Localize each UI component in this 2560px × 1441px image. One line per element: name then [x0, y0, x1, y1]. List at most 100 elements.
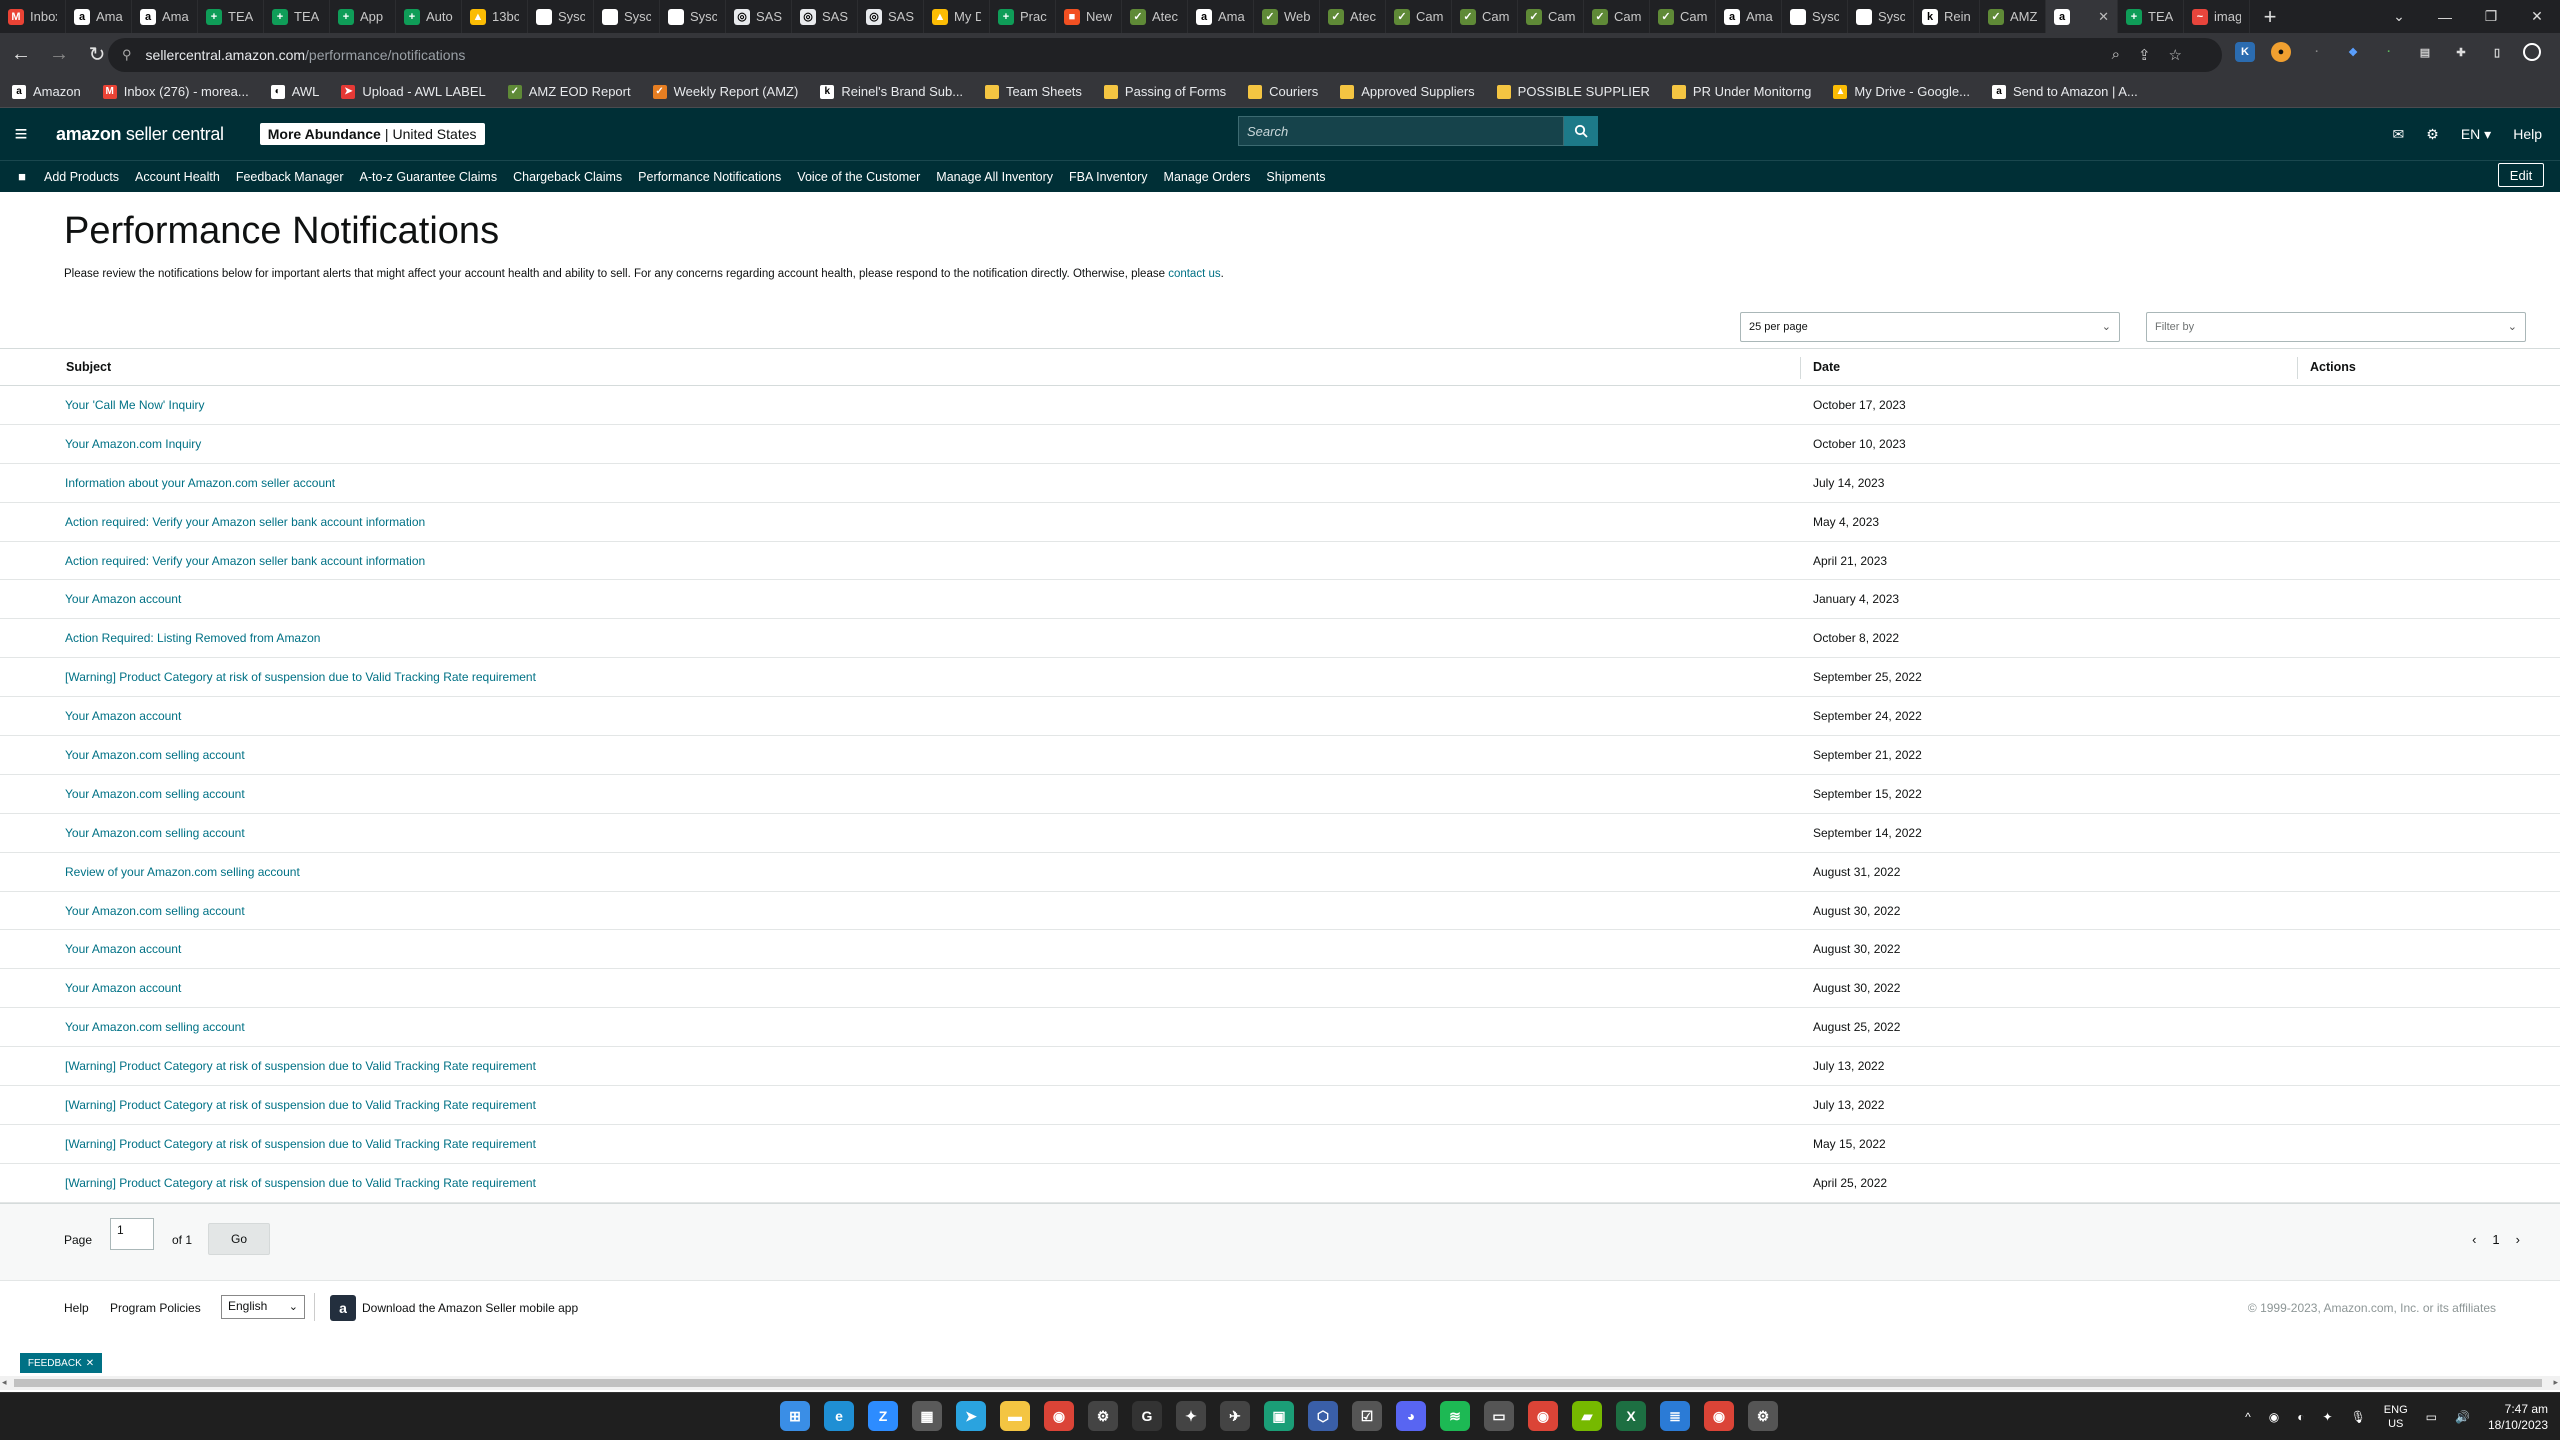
language-selector[interactable]: EN ▾	[2461, 126, 2491, 143]
bookmark-item[interactable]: POSSIBLE SUPPLIER	[1496, 84, 1650, 99]
language-select[interactable]: English ⌄	[221, 1295, 305, 1319]
horizontal-scrollbar[interactable]: ◂ ▸	[0, 1376, 2560, 1390]
forward-button[interactable]: →	[42, 38, 76, 72]
new-tab-button[interactable]: +	[2250, 0, 2290, 33]
search-button[interactable]	[1564, 116, 1598, 146]
notification-subject-link[interactable]: Your Amazon account	[65, 709, 181, 723]
notification-subject-link[interactable]: Your Amazon account	[65, 942, 181, 956]
nav-link[interactable]: Performance Notifications	[638, 170, 781, 184]
nav-link[interactable]: Manage Orders	[1164, 170, 1251, 184]
volume-icon[interactable]: 🔊	[2455, 1410, 2470, 1424]
bookmark-item[interactable]: ✓ Weekly Report (AMZ)	[652, 84, 798, 99]
zoom-icon[interactable]: ⌕	[2112, 46, 2120, 64]
browser-tab[interactable]: ■ New	[1056, 0, 1122, 33]
notification-subject-link[interactable]: Action required: Verify your Amazon sell…	[65, 554, 425, 568]
browser-tab[interactable]: ~ imag	[2184, 0, 2250, 33]
extension-green-icon[interactable]: ·	[2379, 42, 2399, 62]
settings-icon[interactable]: ⚙	[1088, 1401, 1118, 1431]
browser-tab[interactable]: Sysc	[528, 0, 594, 33]
address-bar[interactable]: ⚲ sellercentral.amazon.com /performance/…	[108, 38, 2222, 72]
column-subject[interactable]: Subject	[66, 360, 111, 374]
browser-tab[interactable]: ✓ Cam	[1650, 0, 1716, 33]
maximize-button[interactable]: ❐	[2468, 0, 2514, 33]
nav-link[interactable]: Feedback Manager	[236, 170, 344, 184]
checkbox-app-icon[interactable]: ☑	[1352, 1401, 1382, 1431]
browser-tab[interactable]: a ✕	[2046, 0, 2118, 33]
notification-subject-link[interactable]: Your Amazon.com Inquiry	[65, 437, 201, 451]
vpn-icon[interactable]: ⬡	[1308, 1401, 1338, 1431]
extension-orange-icon[interactable]: ●	[2271, 42, 2291, 62]
go-button[interactable]: Go	[208, 1223, 270, 1255]
notification-subject-link[interactable]: [Warning] Product Category at risk of su…	[65, 1098, 536, 1112]
close-window-button[interactable]: ✕	[2514, 0, 2560, 33]
file-explorer-icon[interactable]: ▬	[1000, 1401, 1030, 1431]
current-page[interactable]: 1	[2492, 1232, 2499, 1247]
browser-tab[interactable]: Sysc	[1782, 0, 1848, 33]
help-link[interactable]: Help	[2513, 126, 2542, 142]
microphone-icon[interactable]: 🎙	[2351, 1410, 2366, 1424]
bookmark-item[interactable]: ▲ My Drive - Google...	[1833, 84, 1970, 99]
browser-tab[interactable]: Sysc	[660, 0, 726, 33]
chrome-active-icon[interactable]: ◉	[1528, 1401, 1558, 1431]
bluetooth-icon[interactable]: ✦	[2323, 1410, 2333, 1424]
notepad-icon[interactable]: ≣	[1660, 1401, 1690, 1431]
notification-subject-link[interactable]: [Warning] Product Category at risk of su…	[65, 1176, 536, 1190]
column-date[interactable]: Date	[1813, 360, 1840, 374]
browser-tab[interactable]: + TEA	[264, 0, 330, 33]
minimize-button[interactable]: —	[2422, 0, 2468, 33]
bookmark-item[interactable]: ✓ AMZ EOD Report	[507, 84, 631, 99]
browser-tab[interactable]: Sysc	[594, 0, 660, 33]
browser-tab[interactable]: + TEA	[198, 0, 264, 33]
browser-tab[interactable]: ✓ Cam	[1452, 0, 1518, 33]
extension-keepa-icon[interactable]: K	[2235, 42, 2255, 62]
bookmark-item[interactable]: Approved Suppliers	[1340, 84, 1475, 99]
filter-dropdown[interactable]: Filter by ⌄	[2146, 312, 2526, 342]
seller-central-logo[interactable]: amazon seller central	[56, 124, 224, 145]
start-icon[interactable]: ⊞	[780, 1401, 810, 1431]
bookmark-item[interactable]: M Inbox (276) - morea...	[102, 84, 249, 99]
browser-tab[interactable]: a Ama	[1188, 0, 1254, 33]
mail-icon[interactable]: ✉	[2393, 126, 2405, 143]
bookmark-item[interactable]: k Reinel's Brand Sub...	[820, 84, 963, 99]
extension-dot-icon[interactable]: ·	[2307, 42, 2327, 62]
network-icon[interactable]: ▭	[2426, 1410, 2437, 1424]
nav-link[interactable]: Add Products	[44, 170, 119, 184]
bookmark-star-icon[interactable]: ☆	[2169, 46, 2182, 64]
notification-subject-link[interactable]: Your Amazon account	[65, 981, 181, 995]
app-tray-icon[interactable]: ◐	[2297, 1410, 2304, 1424]
browser-tab[interactable]: + Prac	[990, 0, 1056, 33]
notification-subject-link[interactable]: Information about your Amazon.com seller…	[65, 476, 335, 490]
nav-link[interactable]: Account Health	[135, 170, 220, 184]
browser-tab[interactable]: ✓ Cam	[1386, 0, 1452, 33]
notification-subject-link[interactable]: Action Required: Listing Removed from Am…	[65, 631, 320, 645]
nav-link[interactable]: A-to-z Guarantee Claims	[360, 170, 498, 184]
browser-tab[interactable]: ✓ Cam	[1518, 0, 1584, 33]
input-language[interactable]: ENG US	[2384, 1403, 2408, 1431]
browser-tab[interactable]: ◎ SAS	[792, 0, 858, 33]
notification-subject-link[interactable]: [Warning] Product Category at risk of su…	[65, 1137, 536, 1151]
nvidia-icon[interactable]: ▰	[1572, 1401, 1602, 1431]
contact-us-link[interactable]: contact us	[1168, 268, 1220, 280]
app-g-icon[interactable]: G	[1132, 1401, 1162, 1431]
browser-tab[interactable]: ▲ 13bc	[462, 0, 528, 33]
notification-subject-link[interactable]: Action required: Verify your Amazon sell…	[65, 515, 425, 529]
steam-icon[interactable]: ◉	[2269, 1410, 2279, 1424]
feedback-tab[interactable]: FEEDBACK ✕	[20, 1353, 102, 1373]
browser-tab[interactable]: + TEA	[2118, 0, 2184, 33]
browser-tab[interactable]: + App	[330, 0, 396, 33]
bookmark-item[interactable]: Passing of Forms	[1103, 84, 1226, 99]
edge-icon[interactable]: e	[824, 1401, 854, 1431]
bookmark-item[interactable]: ◐ AWL	[270, 84, 319, 99]
extension-dropbox-icon[interactable]: ❖	[2343, 42, 2363, 62]
app-plane-icon[interactable]: ✈	[1220, 1401, 1250, 1431]
bookmark-item[interactable]: Couriers	[1248, 84, 1318, 99]
next-page-icon[interactable]: ›	[2516, 1232, 2520, 1247]
browser-tab[interactable]: ◎ SAS	[858, 0, 924, 33]
browser-tab[interactable]: ✓ Web	[1254, 0, 1320, 33]
nav-link[interactable]: FBA Inventory	[1069, 170, 1148, 184]
bookmark-icon[interactable]: ■	[0, 169, 44, 184]
notification-subject-link[interactable]: Your Amazon.com selling account	[65, 904, 245, 918]
bookmark-item[interactable]: PR Under Monitorng	[1671, 84, 1811, 99]
nav-link[interactable]: Chargeback Claims	[513, 170, 622, 184]
download-app-link[interactable]: Download the Amazon Seller mobile app	[362, 1301, 578, 1315]
